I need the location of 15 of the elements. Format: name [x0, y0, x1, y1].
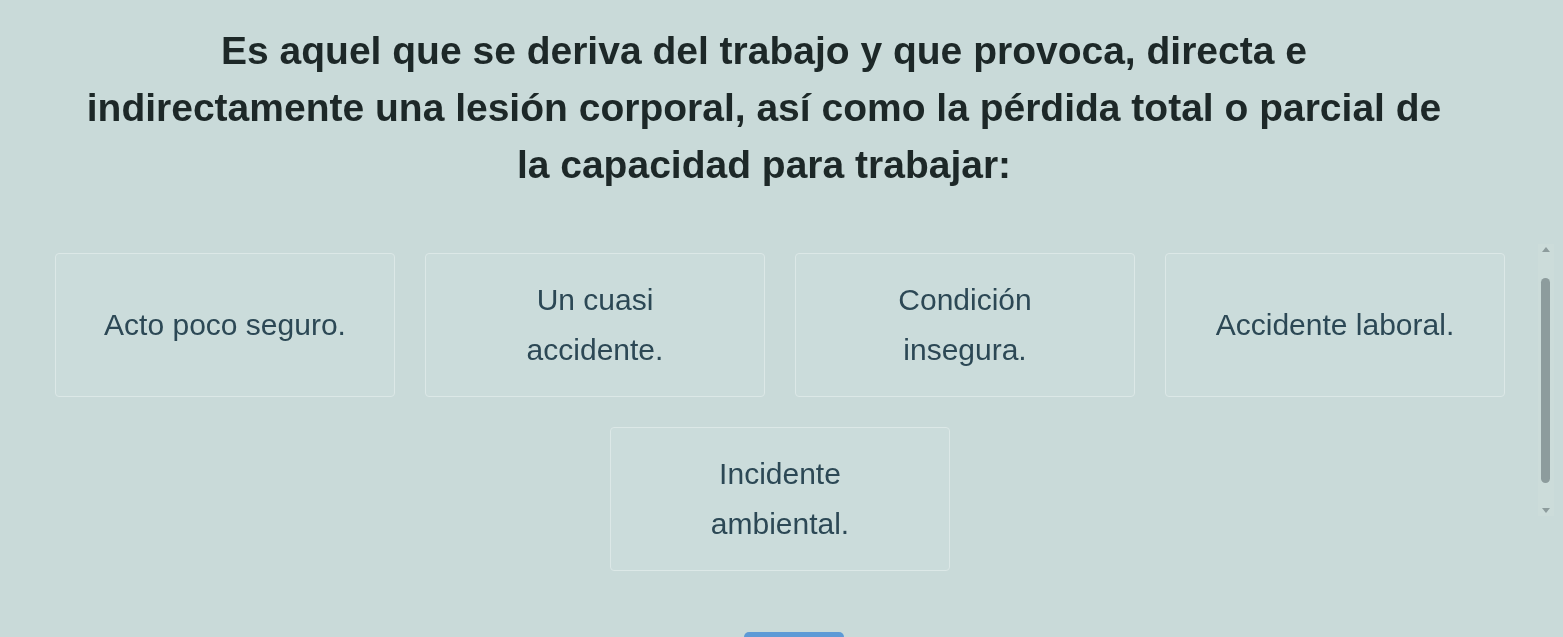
answer-option[interactable]: Condición insegura. — [795, 253, 1135, 397]
answer-option[interactable]: Incidente ambiental. — [610, 427, 950, 571]
answer-option[interactable]: Acto poco seguro. — [55, 253, 395, 397]
option-label: Acto poco seguro. — [104, 307, 346, 343]
question-text: Es aquel que se deriva del trabajo y que provoca, directa e indirectamente una lesión corporal, así como la pérdida total o parcial de la capacidad para trabajar: — [85, 28, 1443, 188]
option-label: Condición insegura. — [897, 282, 1033, 368]
option-label: Accidente laboral. — [1215, 307, 1455, 343]
answer-option[interactable]: Accidente laboral. — [1165, 253, 1505, 397]
option-label: Un cuasi accidente. — [525, 282, 665, 368]
scroll-down-icon[interactable] — [1541, 508, 1550, 513]
answer-option[interactable]: Un cuasi accidente. — [425, 253, 765, 397]
option-label: Incidente ambiental. — [709, 456, 851, 542]
scrollbar-thumb[interactable] — [1541, 277, 1550, 483]
action-button[interactable] — [744, 632, 844, 637]
scroll-up-icon[interactable] — [1541, 247, 1550, 252]
